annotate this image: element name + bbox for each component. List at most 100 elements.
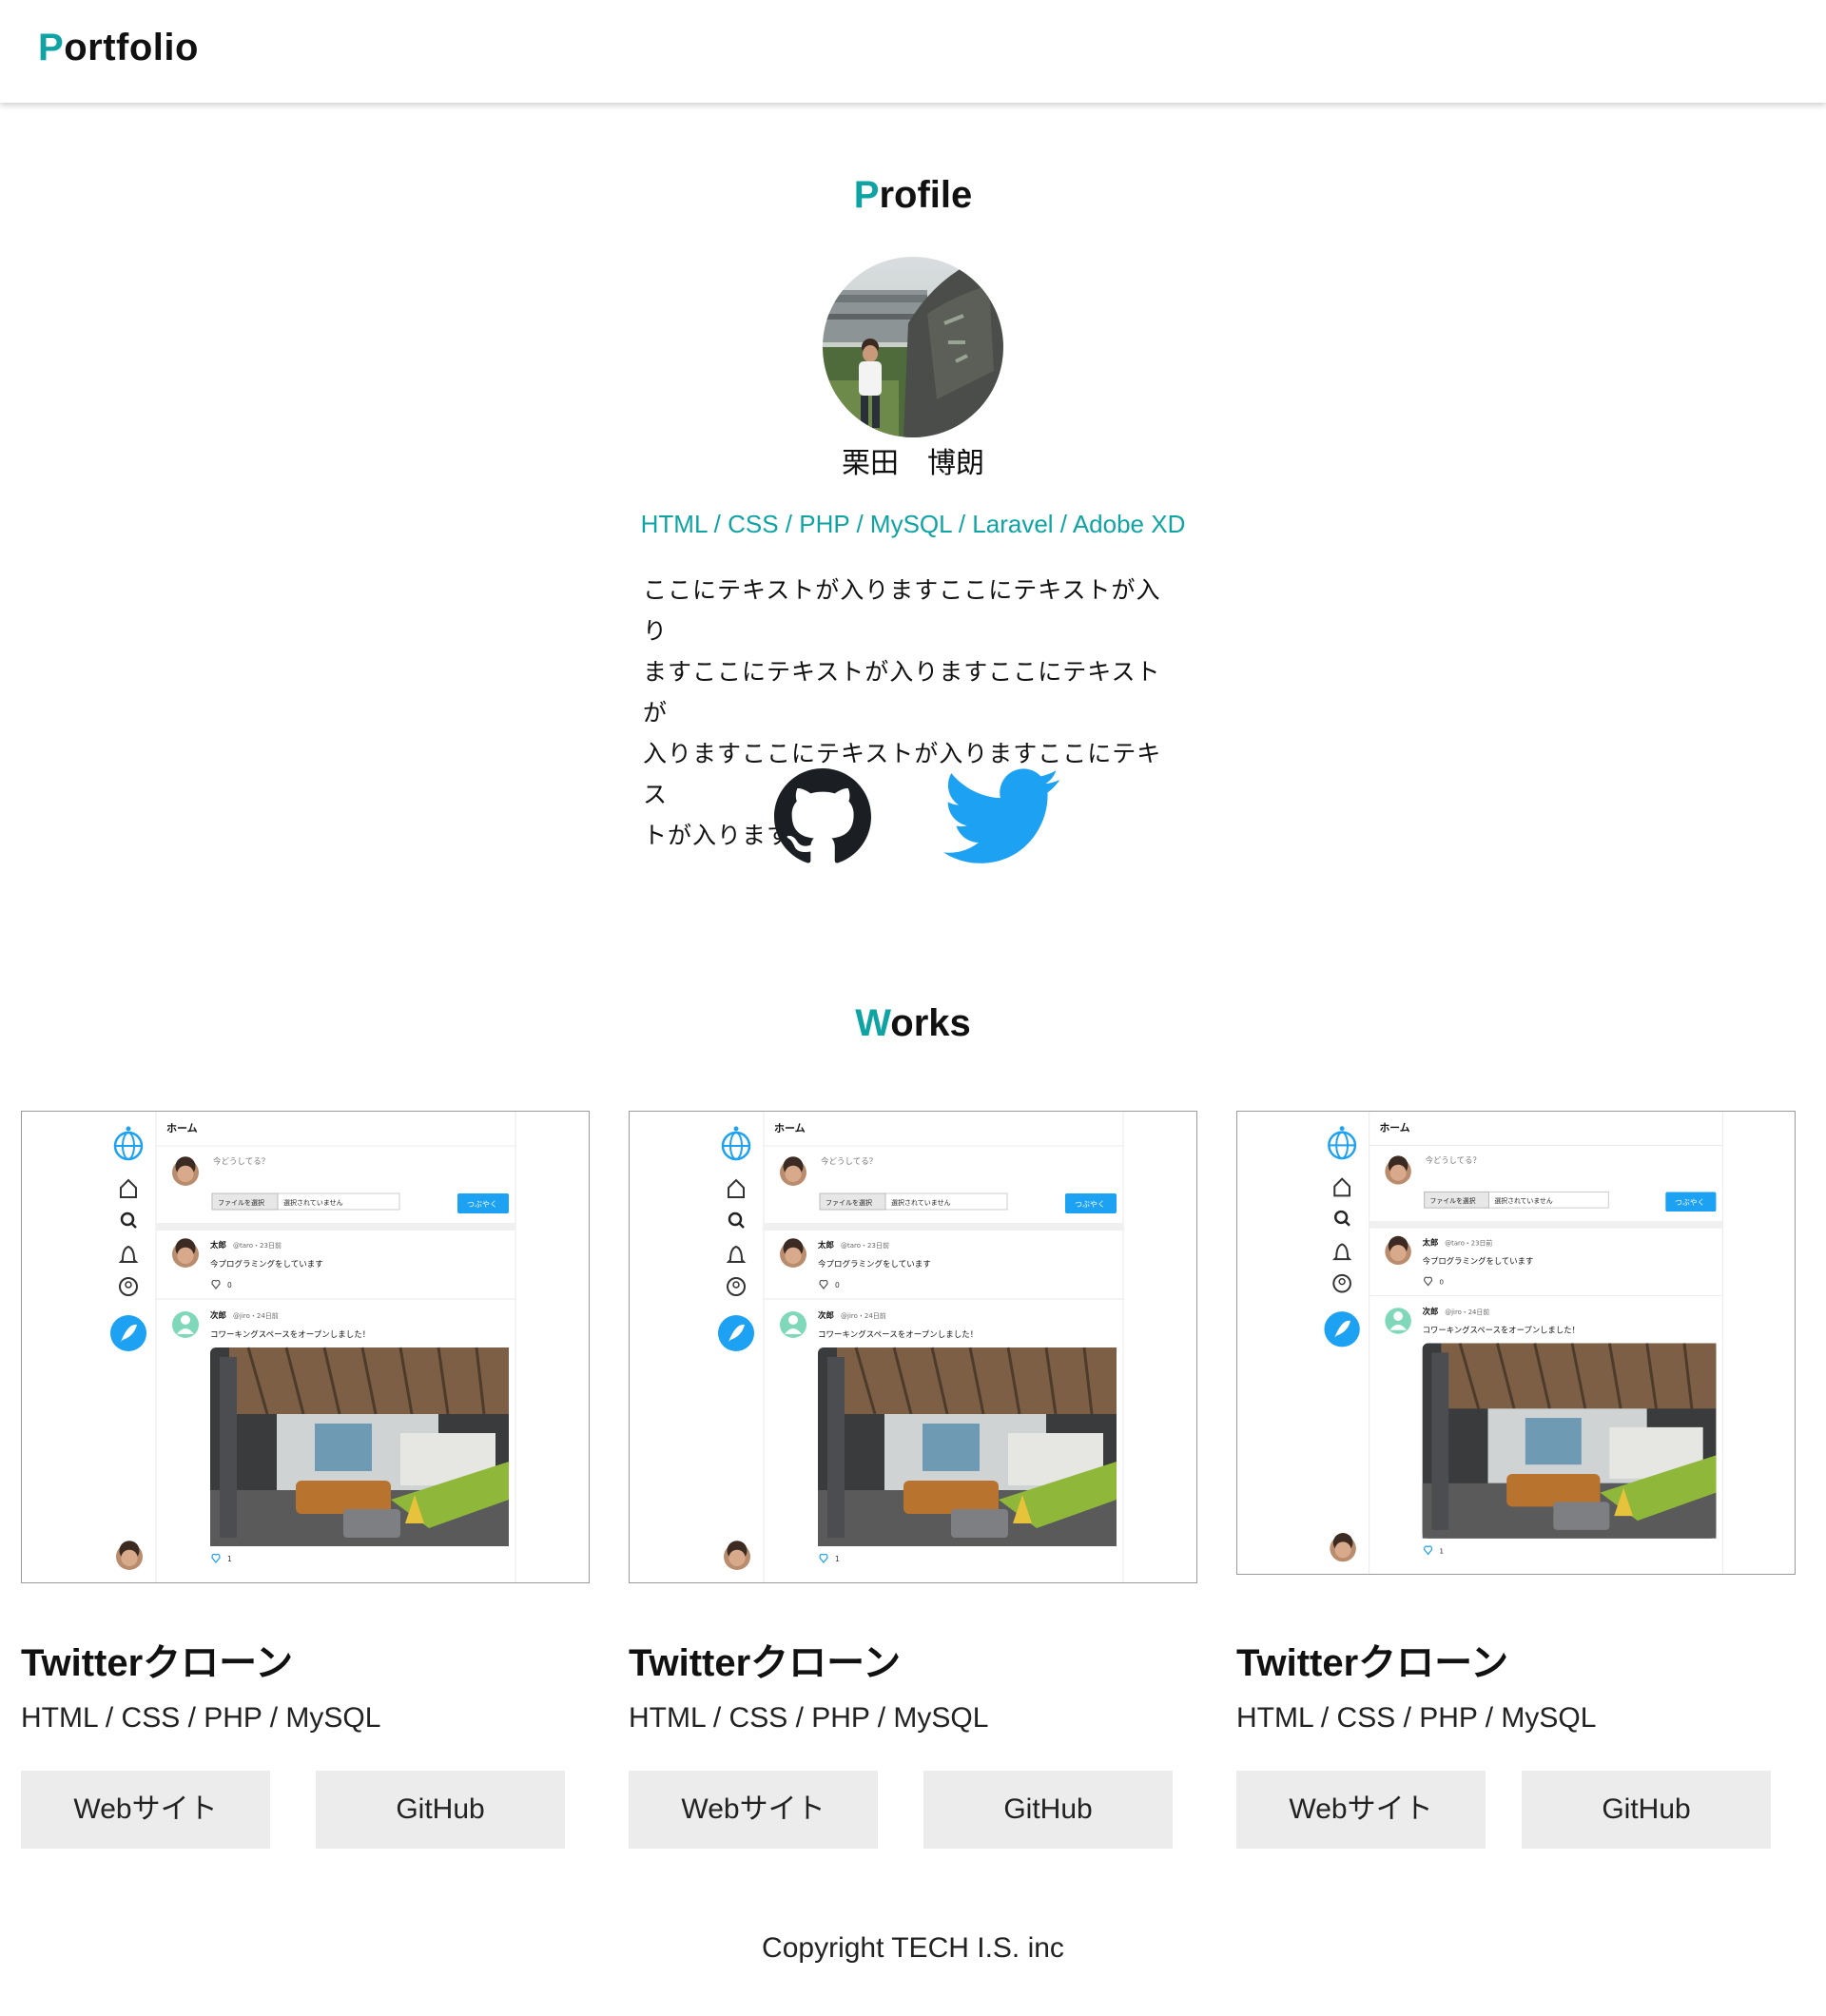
profile-skills: HTML / CSS / PHP / MySQL / Laravel / Ado…	[640, 510, 1186, 538]
photo-chair	[343, 1509, 400, 1538]
home-icon	[120, 1178, 137, 1198]
mock-tweet-text: コワーキングスペースをオープンしました！	[1423, 1326, 1580, 1335]
profile-icon	[119, 1277, 138, 1296]
photo-pillar	[1431, 1352, 1449, 1530]
mock-home-title: ホーム	[774, 1122, 806, 1134]
photo-pillar	[220, 1357, 237, 1538]
photo-window	[1525, 1418, 1582, 1465]
user-avatar-face	[177, 1247, 194, 1265]
mock-compose-placeholder: 今どうしてる？	[821, 1156, 877, 1167]
heart-icon	[211, 1279, 221, 1289]
mock-tweet-meta: @taro・23日前	[841, 1241, 889, 1250]
github-button[interactable]: GitHub	[923, 1771, 1173, 1849]
work-title: Twitterクローン	[1236, 1642, 1509, 1684]
website-button[interactable]: Webサイト	[21, 1771, 270, 1849]
mock-tweet-text: コワーキングスペースをオープンしました！	[818, 1329, 978, 1340]
divider	[1369, 1220, 1723, 1229]
twitter-link[interactable]	[943, 768, 1059, 865]
mock-tweet-meta: @jiro・24日前	[233, 1311, 279, 1320]
mock-tweet-name: 次郎	[818, 1310, 835, 1321]
profile-bio: ここにテキストが入りますここにテキストが入り ますここにテキストが入りますここに…	[643, 571, 1185, 857]
work-title: Twitterクローン	[629, 1642, 902, 1684]
photo-window	[315, 1424, 372, 1471]
photo-sofa	[903, 1481, 999, 1514]
mock-tweet-text: 今プログラミングをしています	[818, 1259, 931, 1270]
mock-file-status: 選択されていません	[891, 1198, 951, 1207]
user-avatar-face	[785, 1165, 802, 1183]
user-avatar-face	[121, 1549, 138, 1567]
photo-window	[923, 1424, 980, 1471]
mock-compose-placeholder: 今どうしてる？	[213, 1156, 269, 1167]
profile-icon-head	[732, 1281, 740, 1289]
heart-icon	[1424, 1276, 1433, 1287]
globe-icon-dot	[126, 1126, 131, 1132]
heart-icon	[819, 1553, 828, 1563]
profile-icon-head	[1338, 1278, 1346, 1286]
works-heading: Works	[855, 1002, 971, 1044]
divider	[764, 1223, 1123, 1231]
work-tech: HTML / CSS / PHP / MySQL	[21, 1702, 381, 1734]
mock-tweet-name: 太郎	[817, 1240, 835, 1250]
home-icon	[728, 1178, 745, 1198]
bell-icon	[1331, 1243, 1352, 1261]
copyright: Copyright TECH I.S. inc	[762, 1932, 1064, 1964]
website-button[interactable]: Webサイト	[629, 1771, 878, 1849]
mock-tweet-text: コワーキングスペースをオープンしました！	[210, 1329, 370, 1340]
mock-file-status: 選択されていません	[1494, 1196, 1553, 1205]
heart-icon	[211, 1553, 221, 1563]
mock-home-title: ホーム	[166, 1122, 198, 1134]
profile-icon	[727, 1277, 746, 1296]
mock-file-button-label: ファイルを選択	[826, 1198, 872, 1207]
mock-tweet-text: 今プログラミングをしています	[210, 1259, 323, 1270]
site-logo[interactable]: Portfolio	[38, 27, 199, 69]
profile-heading: Profile	[853, 174, 973, 216]
user-avatar-face	[1334, 1541, 1351, 1559]
search-icon-handle	[738, 1222, 745, 1229]
profile-icon	[1332, 1273, 1351, 1293]
photo-pillar	[827, 1357, 845, 1538]
mock-like-count: 0	[1439, 1278, 1444, 1287]
site-header: Portfolio	[0, 0, 1826, 103]
bio-line: ますここにテキストが入りますここにテキストが	[643, 659, 1161, 727]
search-icon-handle	[130, 1222, 137, 1229]
work-thumbnail[interactable]: ホーム 今どうしてる？ ファイルを選択 選択されていません つぶやく 太郎 @taro・23…	[629, 1111, 1197, 1583]
profile-name: 栗田 博朗	[842, 448, 984, 479]
globe-icon-dot	[733, 1126, 739, 1132]
user-avatar-head	[788, 1315, 798, 1325]
mock-tweet-button-label: つぶやく	[467, 1200, 497, 1209]
mock-like-count: 1	[1439, 1546, 1444, 1555]
mock-tweet-name: 太郎	[1422, 1237, 1439, 1247]
mock-tweet-meta: @taro・23日前	[1445, 1238, 1492, 1247]
user-avatar-face	[177, 1165, 194, 1183]
twitter-icon	[943, 768, 1059, 863]
github-button[interactable]: GitHub	[1522, 1771, 1771, 1849]
work-thumbnail[interactable]: ホーム 今どうしてる？ ファイルを選択 選択されていません つぶやく 太郎 @taro・23…	[21, 1111, 590, 1583]
globe-icon-dot	[1339, 1126, 1345, 1132]
mock-tweet-button-label: つぶやく	[1675, 1198, 1704, 1207]
mock-tweet-text: 今プログラミングをしています	[1423, 1256, 1534, 1266]
photo-chair	[951, 1509, 1008, 1538]
heart-icon	[819, 1279, 828, 1289]
mock-tweet-meta: @taro・23日前	[233, 1241, 282, 1250]
user-avatar-head	[1393, 1311, 1404, 1321]
bell-icon	[118, 1245, 139, 1263]
work-thumbnail[interactable]: ホーム 今どうしてる？ ファイルを選択 選択されていません つぶやく 太郎 @taro・23…	[1236, 1111, 1796, 1575]
photo-sofa	[1506, 1473, 1601, 1507]
mock-like-count: 0	[227, 1281, 232, 1289]
github-button[interactable]: GitHub	[316, 1771, 565, 1849]
user-avatar-face	[1389, 1245, 1407, 1262]
mock-tweet-name: 太郎	[209, 1240, 227, 1250]
home-icon	[1333, 1177, 1350, 1197]
mock-home-title: ホーム	[1379, 1122, 1409, 1134]
mock-tweet-meta: @jiro・24日前	[1445, 1308, 1489, 1316]
user-avatar-face	[1389, 1164, 1407, 1181]
github-link[interactable]	[774, 768, 871, 865]
github-icon	[774, 768, 871, 863]
divider	[156, 1223, 515, 1231]
profile-avatar	[823, 257, 1003, 437]
website-button[interactable]: Webサイト	[1236, 1771, 1486, 1849]
bell-icon	[726, 1245, 747, 1263]
heart-icon	[1424, 1545, 1433, 1556]
work-tech: HTML / CSS / PHP / MySQL	[629, 1702, 989, 1734]
user-avatar-head	[181, 1315, 190, 1325]
